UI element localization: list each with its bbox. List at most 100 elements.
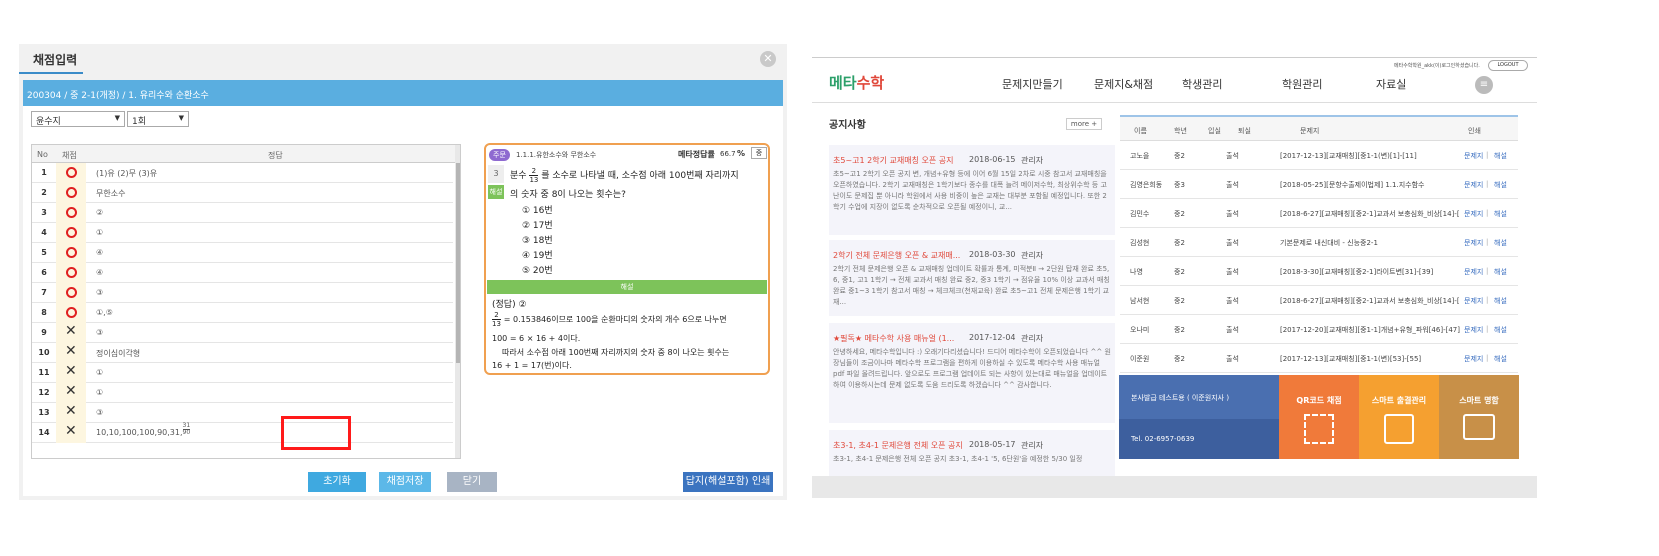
correct-mark-icon[interactable] — [66, 227, 77, 238]
solution-link[interactable]: 해설 — [1494, 325, 1507, 335]
link-separator: | — [1486, 354, 1489, 362]
paper-link[interactable]: 문제지 — [1464, 209, 1483, 219]
mark-cell[interactable] — [56, 183, 86, 203]
mark-cell[interactable] — [56, 203, 86, 223]
nav-item[interactable]: 문제지&채점 — [1094, 76, 1153, 92]
student-name[interactable]: 이준원 — [1130, 354, 1149, 364]
scrollbar-thumb[interactable] — [456, 163, 460, 363]
mark-cell[interactable] — [56, 243, 86, 263]
paper-link[interactable]: 문제지 — [1464, 267, 1483, 277]
mark-cell[interactable]: ✕ — [56, 403, 86, 423]
student-select[interactable]: 윤수지 ▼ — [31, 111, 125, 127]
table-row: 12 ✕ ① — [32, 383, 453, 403]
link-separator: | — [1486, 209, 1489, 217]
attendance-tile[interactable]: 스마트 출결관리 — [1359, 375, 1439, 459]
nav-item[interactable]: 학원관리 — [1282, 76, 1322, 92]
solution-link[interactable]: 해설 — [1494, 267, 1507, 277]
close-button[interactable]: 닫기 — [447, 472, 497, 492]
logout-button[interactable]: LOGOUT — [1488, 60, 1528, 71]
student-name[interactable]: 남서현 — [1130, 296, 1149, 306]
notice-item[interactable]: 초5~고1 2학기 교재매칭 오픈 공지 2018-06-15 관리자 초5~고1 2… — [829, 145, 1115, 235]
student-name[interactable]: 김영은희동 — [1130, 180, 1162, 190]
qr-grading-tile[interactable]: QR코드 채점 — [1279, 375, 1359, 459]
correct-mark-icon[interactable] — [66, 247, 77, 258]
mark-cell[interactable] — [56, 303, 86, 323]
wrong-mark-icon[interactable]: ✕ — [65, 403, 77, 419]
notice-title-link[interactable]: ★필독★ 메타수학 사용 매뉴얼 (1... — [833, 333, 963, 344]
paper-link[interactable]: 문제지 — [1464, 180, 1483, 190]
tab-grading-input[interactable]: 채점입력 — [19, 44, 83, 74]
wrong-mark-icon[interactable]: ✕ — [65, 423, 77, 439]
nav-item[interactable]: 학생관리 — [1182, 76, 1222, 92]
site-logo[interactable]: 메타수학 — [829, 72, 884, 93]
menu-icon[interactable]: ≡ — [1475, 76, 1493, 94]
save-grading-button[interactable]: 채점저장 — [379, 472, 431, 492]
student-name[interactable]: 오나미 — [1130, 325, 1149, 335]
paper-link[interactable]: 문제지 — [1464, 325, 1483, 335]
notice-title-link[interactable]: 2학기 전체 문제은행 오픈 & 교재매... — [833, 250, 963, 261]
correct-mark-icon[interactable] — [66, 187, 77, 198]
notice-title-link[interactable]: 초3-1, 초4-1 문제은행 전체 오픈 공지 — [833, 440, 963, 451]
mark-cell[interactable] — [56, 263, 86, 283]
solution-link[interactable]: 해설 — [1494, 209, 1507, 219]
student-name[interactable]: 나영 — [1130, 267, 1143, 277]
nav-item[interactable]: 문제지만들기 — [1002, 76, 1063, 92]
mark-cell[interactable]: ✕ — [56, 343, 86, 363]
difficulty-button[interactable]: 중 — [751, 147, 767, 159]
mark-cell[interactable] — [56, 223, 86, 243]
solution-link[interactable]: 해설 — [1494, 238, 1507, 248]
answer-text: ④ — [96, 268, 104, 277]
solution-link[interactable]: 해설 — [1494, 151, 1507, 161]
wrong-mark-icon[interactable]: ✕ — [65, 343, 77, 359]
row-number: 10 — [38, 348, 50, 357]
mark-cell[interactable] — [56, 163, 86, 183]
paper-link[interactable]: 문제지 — [1464, 296, 1483, 306]
notice-item[interactable]: ★필독★ 메타수학 사용 매뉴얼 (1... 2017-12-04 관리자 안녕하세요… — [829, 323, 1115, 423]
answer-text: ④ — [96, 248, 104, 257]
more-button[interactable]: more + — [1066, 118, 1102, 130]
student-grade: 중2 — [1174, 297, 1185, 305]
row-number: 13 — [38, 408, 50, 417]
round-select[interactable]: 1회 ▼ — [127, 111, 189, 127]
wrong-mark-icon[interactable]: ✕ — [65, 323, 77, 339]
notice-date: 2017-12-04 — [969, 333, 1016, 342]
frac-den: 90 — [182, 429, 191, 436]
notice-title-link[interactable]: 초5~고1 2학기 교재매칭 오픈 공지 — [833, 155, 963, 166]
print-answer-button[interactable]: 답지(해설포함) 인쇄 — [683, 472, 773, 492]
solution-toggle[interactable]: 해설 — [488, 185, 504, 199]
link-separator: | — [1486, 180, 1489, 188]
solution-link[interactable]: 해설 — [1494, 296, 1507, 306]
student-name[interactable]: 김성현 — [1130, 238, 1149, 248]
main-site: 메타수학 메타수학학원_akk(이)로그인하셨습니다. LOGOUT 문제지만들… — [812, 57, 1537, 498]
paper-link[interactable]: 문제지 — [1464, 151, 1483, 161]
mark-cell[interactable]: ✕ — [56, 363, 86, 383]
row-number: 12 — [38, 388, 50, 397]
wrong-mark-icon[interactable]: ✕ — [65, 383, 77, 399]
reset-button[interactable]: 초기화 — [308, 472, 366, 492]
mark-cell[interactable]: ✕ — [56, 423, 86, 443]
correct-mark-icon[interactable] — [66, 287, 77, 298]
solution-link[interactable]: 해설 — [1494, 354, 1507, 364]
attendance-status: 출석 — [1226, 152, 1239, 160]
notice-item[interactable]: 2학기 전체 문제은행 오픈 & 교재매... 2018-03-30 관리자 2학기 … — [829, 240, 1115, 316]
correct-mark-icon[interactable] — [66, 167, 77, 178]
correct-mark-icon[interactable] — [66, 307, 77, 318]
mark-cell[interactable] — [56, 283, 86, 303]
table-row: 4① — [32, 223, 453, 243]
nav-item[interactable]: 자료실 — [1376, 76, 1406, 92]
business-card-tile[interactable]: 스마트 명함 — [1439, 375, 1519, 459]
question-topic: 1.1.1.유한소수와 무한소수 — [516, 151, 597, 159]
correct-mark-icon[interactable] — [66, 207, 77, 218]
student-name[interactable]: 고노을 — [1130, 151, 1149, 161]
paper-link[interactable]: 문제지 — [1464, 238, 1483, 248]
mark-cell[interactable]: ✕ — [56, 383, 86, 403]
correct-mark-icon[interactable] — [66, 267, 77, 278]
answer-text: ③ — [96, 288, 104, 297]
close-icon[interactable]: ✕ — [760, 51, 776, 67]
wrong-mark-icon[interactable]: ✕ — [65, 363, 77, 379]
paper-link[interactable]: 문제지 — [1464, 354, 1483, 364]
solution-link[interactable]: 해설 — [1494, 180, 1507, 190]
mark-cell[interactable]: ✕ — [56, 323, 86, 343]
table-row: 14 ✕ 10,10,100,100,90,31, 31 90 — [32, 423, 453, 443]
student-name[interactable]: 김민수 — [1130, 209, 1149, 219]
